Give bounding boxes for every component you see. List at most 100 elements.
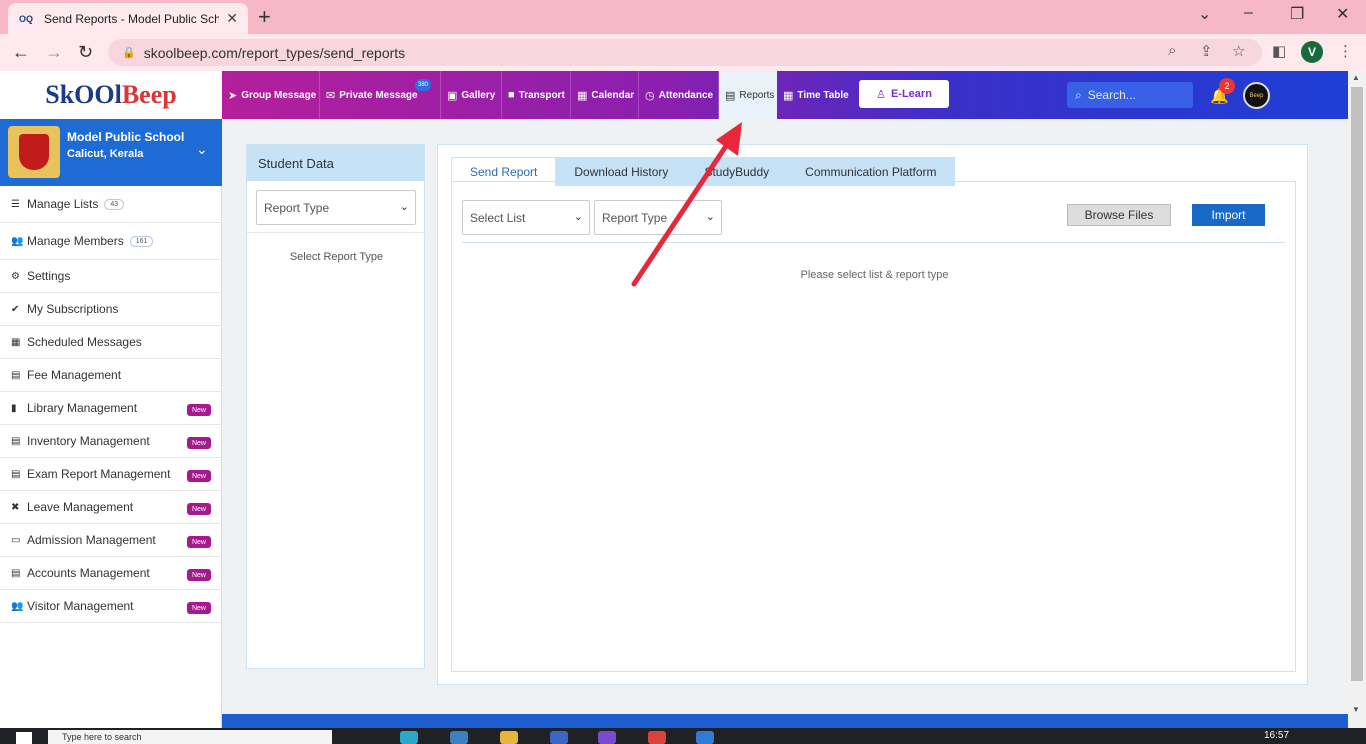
sidebar-item-admission-management[interactable]: ▭ Admission Management New: [0, 524, 222, 557]
lock-icon: 🔒: [122, 47, 136, 59]
inventory-icon: ▤: [11, 435, 21, 447]
browse-files-button[interactable]: Browse Files: [1067, 204, 1171, 226]
report-type-dropdown[interactable]: Report Type ⌄: [594, 200, 722, 235]
e-learn-button[interactable]: ♙ E-Learn: [859, 80, 949, 108]
school-location: Calicut, Kerala: [67, 148, 144, 160]
nav-transport[interactable]: ■ Transport: [502, 71, 571, 119]
table-icon: ▦: [783, 89, 794, 102]
paper-plane-icon: ➤: [228, 89, 238, 102]
sidebar-item-settings[interactable]: ⚙ Settings: [0, 260, 222, 293]
nav-reports[interactable]: ▤ Reports: [719, 71, 777, 119]
chevron-down-icon: ⌄: [399, 201, 409, 213]
sidebar-item-library-management[interactable]: ▮ Library Management New: [0, 392, 222, 425]
store-icon[interactable]: [450, 731, 468, 744]
footer-bar: [222, 714, 1348, 728]
chevron-down-icon[interactable]: ⌄: [196, 141, 208, 158]
sidebar-item-visitor-management[interactable]: 👥 Visitor Management New: [0, 590, 222, 623]
back-arrow-icon[interactable]: ←: [12, 42, 30, 63]
nav-label: Attendance: [658, 89, 714, 101]
new-badge: New: [187, 503, 211, 515]
bookmark-star-icon[interactable]: ☆: [1232, 42, 1245, 60]
nav-attendance[interactable]: ◷ Attendance: [639, 71, 719, 119]
logo-area[interactable]: SkOOlBeep: [0, 71, 222, 119]
zoom-icon[interactable]: ⌕: [1168, 42, 1176, 59]
calendar-icon: ▦: [577, 89, 588, 102]
forward-arrow-icon[interactable]: →: [45, 42, 63, 63]
sidebar: Model Public School Calicut, Kerala ⌄ ☰ …: [0, 119, 222, 728]
tab-close-icon[interactable]: ✕: [226, 10, 238, 27]
folder-icon[interactable]: [500, 731, 518, 744]
search-icon: ⌕: [1075, 87, 1082, 102]
sidebar-item-fee-management[interactable]: ▤ Fee Management: [0, 359, 222, 392]
bus-icon: ■: [508, 89, 515, 101]
nav-gallery[interactable]: ▣ Gallery: [441, 71, 502, 119]
new-badge: New: [187, 569, 211, 581]
new-badge: New: [187, 470, 211, 482]
graduation-icon: ♙: [876, 88, 886, 101]
scroll-up-icon[interactable]: ▲: [1352, 73, 1360, 82]
browser-tab-title: Send Reports - Model Public School: [44, 11, 219, 26]
sidebar-item-label: Scheduled Messages: [27, 335, 142, 349]
sidebar-item-manage-members[interactable]: 👥 Manage Members 161: [0, 223, 222, 260]
clock-icon: ◷: [645, 89, 655, 102]
scroll-thumb[interactable]: [1351, 87, 1363, 681]
student-report-type-select[interactable]: Report Type ⌄: [256, 190, 416, 225]
user-avatar[interactable]: Beep: [1243, 82, 1270, 109]
nav-group-message[interactable]: ➤ Group Message: [222, 71, 320, 119]
word-icon[interactable]: [550, 731, 568, 744]
select-list-dropdown[interactable]: Select List ⌄: [462, 200, 590, 235]
sidebar-item-label: Admission Management: [27, 533, 156, 547]
sidebar-item-exam-report-management[interactable]: ▤ Exam Report Management New: [0, 458, 222, 491]
users-icon: 👥: [11, 600, 24, 612]
share-icon[interactable]: ⇪: [1200, 42, 1213, 60]
sidebar-item-manage-lists[interactable]: ☰ Manage Lists 43: [0, 186, 222, 223]
sidebar-item-scheduled-messages[interactable]: ▦ Scheduled Messages: [0, 326, 222, 359]
sidebar-item-label: Fee Management: [27, 368, 122, 382]
sidebar-item-label: Settings: [27, 269, 71, 283]
new-badge: New: [187, 437, 211, 449]
window-close-button[interactable]: ✕: [1336, 4, 1349, 24]
reload-icon[interactable]: ↻: [78, 42, 93, 63]
taskbar-clock: 16:57: [1264, 730, 1290, 741]
sidebar-item-accounts-management[interactable]: ▤ Accounts Management New: [0, 557, 222, 590]
sidebar-item-label: Leave Management: [27, 500, 134, 514]
skoolbeep-logo: SkOOlBeep: [45, 80, 176, 110]
tab-search-dropdown-icon[interactable]: ⌄: [1198, 4, 1211, 24]
import-button[interactable]: Import: [1192, 204, 1265, 226]
report-panel: Send Report Download History StudyBuddy …: [437, 144, 1308, 685]
edge-icon[interactable]: [400, 731, 418, 744]
divider: [247, 232, 426, 233]
new-tab-button[interactable]: +: [258, 4, 271, 30]
window-maximize-button[interactable]: ❐: [1290, 4, 1304, 24]
taskbar-search[interactable]: Type here to search: [48, 730, 332, 744]
browser-menu-icon[interactable]: ⋮: [1338, 42, 1353, 60]
sidebar-item-my-subscriptions[interactable]: ✔ My Subscriptions: [0, 293, 222, 326]
scroll-down-icon[interactable]: ▼: [1352, 705, 1360, 714]
profile-avatar[interactable]: V: [1301, 41, 1323, 63]
image-icon: ▣: [447, 89, 458, 102]
chrome-icon[interactable]: [648, 731, 666, 744]
calendar-icon: ▦: [11, 336, 21, 348]
new-badge: New: [187, 404, 211, 416]
sidebar-item-inventory-management[interactable]: ▤ Inventory Management New: [0, 425, 222, 458]
windows-start-icon[interactable]: [16, 732, 32, 744]
app-icon[interactable]: [696, 731, 714, 744]
side-panel-icon[interactable]: ◧: [1272, 42, 1286, 60]
school-selector[interactable]: Model Public School Calicut, Kerala ⌄: [0, 119, 222, 186]
envelope-icon: ✉: [326, 89, 336, 102]
gear-icon: ⚙: [11, 270, 20, 282]
report-empty-message: Please select list & report type: [800, 269, 949, 281]
top-navigation: ➤ Group Message ✉ Private Message 380 ▣ …: [222, 71, 1348, 119]
private-message-count-badge: 380: [415, 79, 431, 91]
nav-calendar[interactable]: ▦ Calendar: [571, 71, 639, 119]
app-icon[interactable]: [598, 731, 616, 744]
url-field[interactable]: 🔒 skoolbeep.com/report_types/send_report…: [108, 39, 1262, 66]
chevron-down-icon: ⌄: [573, 211, 583, 223]
sidebar-item-leave-management[interactable]: ✖ Leave Management New: [0, 491, 222, 524]
nav-time-table[interactable]: ▦ Time Table: [777, 71, 853, 119]
search-input[interactable]: ⌕ Search...: [1067, 82, 1193, 108]
page-scrollbar[interactable]: ▲ ▼: [1348, 71, 1366, 744]
browser-tab[interactable]: OQ Send Reports - Model Public School ✕: [8, 3, 248, 34]
count-badge: 161: [129, 235, 154, 247]
window-minimize-button[interactable]: –: [1244, 4, 1253, 22]
